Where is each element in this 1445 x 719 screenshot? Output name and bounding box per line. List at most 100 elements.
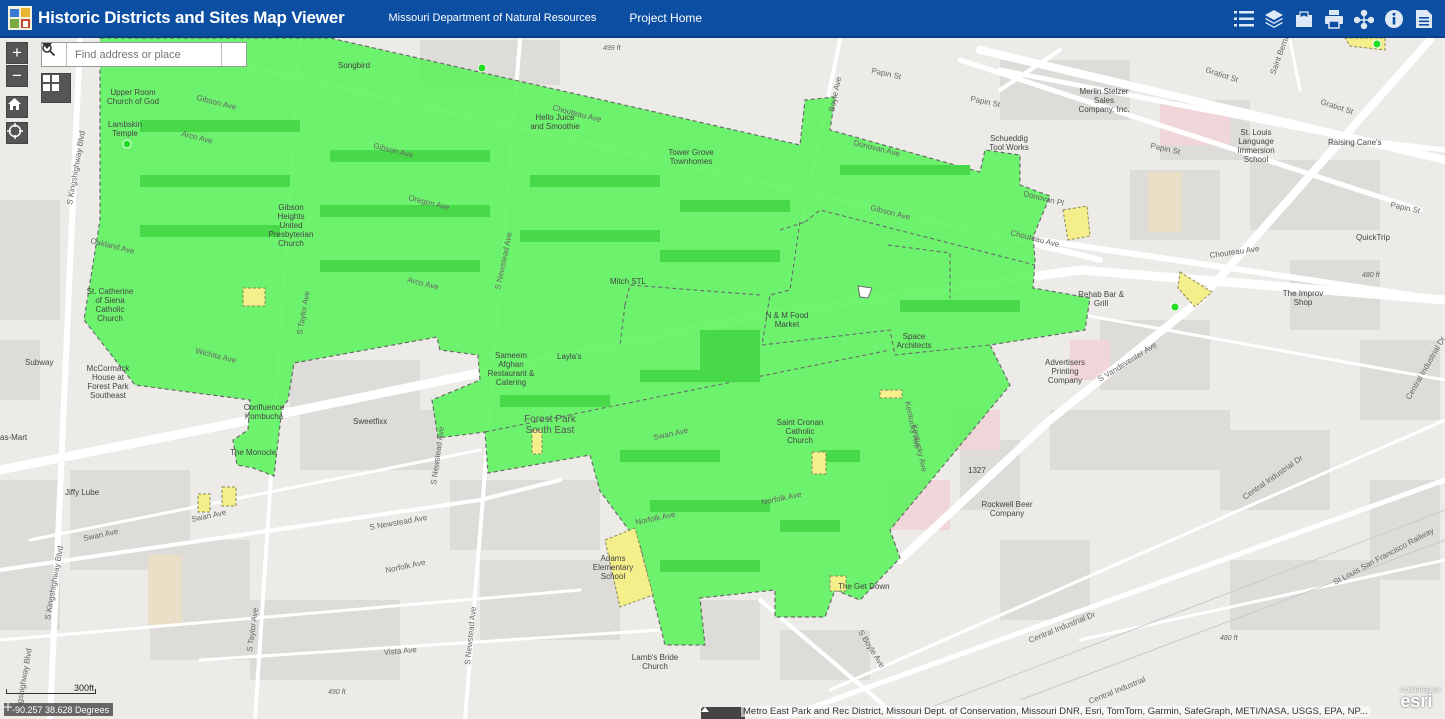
poi-label: Lambskin — [108, 120, 142, 129]
poi-label: Saint Cronan — [777, 418, 824, 427]
search-button[interactable] — [42, 43, 246, 66]
basemap-gallery-button[interactable] — [41, 73, 71, 103]
poi-label: Catholic — [786, 427, 815, 436]
neighborhood-label: South East — [526, 425, 575, 436]
poi-label: Sales — [1094, 96, 1114, 105]
poi-label: House at — [92, 373, 125, 382]
poi-label: Confluence — [244, 403, 285, 412]
app-title: Historic Districts and Sites Map Viewer — [38, 8, 345, 27]
poi-label: Kombucha — [245, 412, 284, 421]
map-view[interactable]: Papin St Papin St Papin St Gratiot St Gr… — [0, 38, 1445, 719]
poi-label: Heights — [277, 212, 304, 221]
poi-label: Townhomes — [670, 157, 713, 166]
poi-label: Mitch STL — [610, 277, 647, 286]
poi-label: Company, Inc. — [1079, 105, 1130, 114]
poi-label: Church — [642, 662, 668, 671]
layers-icon[interactable] — [1259, 4, 1289, 34]
share-icon[interactable] — [1349, 4, 1379, 34]
poi-label: Market — [775, 320, 800, 329]
poi-label: Church — [278, 239, 304, 248]
poi-label: Immersion — [1237, 146, 1274, 155]
coordinate-readout[interactable]: -90.257 38.628 Degrees — [4, 703, 114, 716]
app-logo-icon — [8, 6, 32, 30]
poi-label: Gibson — [278, 203, 303, 212]
basemap-canvas: Papin St Papin St Papin St Gratiot St Gr… — [0, 38, 1445, 719]
poi-label: Elementary — [593, 563, 633, 572]
poi-label: N & M Food — [766, 311, 809, 320]
poi-label: Temple — [112, 129, 138, 138]
poi-label: Forest Park — [87, 382, 129, 391]
poi-label: Raising Cane's — [1328, 138, 1382, 147]
poi-label: Printing — [1051, 367, 1078, 376]
print-icon[interactable] — [1319, 4, 1349, 34]
poi-label: as-Mart — [0, 433, 28, 442]
esri-logo: POWERED BY esri — [1400, 688, 1441, 712]
poi-label: Church of God — [107, 97, 159, 106]
poi-label: Upper Room — [110, 88, 156, 97]
poi-label: Lamb's Bride — [632, 653, 679, 662]
poi-label: Language — [1238, 137, 1274, 146]
list-icon[interactable] — [1229, 4, 1259, 34]
home-button[interactable] — [6, 96, 28, 118]
esri-brand: esri — [1400, 691, 1433, 711]
poi-label: 1327 — [968, 466, 986, 475]
link-mo-dnr[interactable]: Missouri Department of Natural Resources — [389, 12, 597, 24]
poi-label: Company — [1048, 376, 1082, 385]
poi-label: The Get Down — [838, 582, 890, 591]
poi-label: Rockwell Beer — [981, 500, 1032, 509]
poi-label: Shop — [1294, 298, 1313, 307]
poi-label: Grill — [1094, 299, 1108, 308]
poi-label: Adams — [601, 554, 626, 563]
legend-icon[interactable] — [1289, 4, 1319, 34]
poi-label: of Siena — [95, 296, 125, 305]
poi-label: School — [601, 572, 626, 581]
poi-label: School — [1244, 155, 1269, 164]
poi-label: Layla's — [557, 352, 582, 361]
neighborhood-label: Forest Park — [524, 414, 577, 425]
zoom-in-button[interactable]: + — [6, 42, 28, 64]
poi-label: The Monocle — [230, 448, 277, 457]
poi-label: Tower Grove — [668, 148, 714, 157]
map-attribution[interactable]: Metro East Park and Rec District, Missou… — [741, 706, 1370, 717]
search-input[interactable] — [67, 43, 221, 66]
poi-label: Songbird — [338, 61, 370, 70]
poi-label: Merlin Stelzer — [1080, 87, 1129, 96]
poi-label: Catholic — [96, 305, 125, 314]
poi-label: Church — [97, 314, 123, 323]
poi-label: Afghan — [498, 360, 523, 369]
link-project-home[interactable]: Project Home — [629, 11, 702, 25]
poi-label: Architects — [896, 341, 931, 350]
header-toolbar — [1229, 0, 1439, 38]
poi-label: Jiffy Lube — [65, 488, 100, 497]
poi-label: Schueddig — [990, 134, 1028, 143]
poi-label: Advertisers — [1045, 358, 1085, 367]
elevation-label: 499 ft — [603, 45, 622, 52]
poi-label: St. Catherine — [87, 287, 134, 296]
info-icon[interactable] — [1379, 4, 1409, 34]
zoom-out-button[interactable]: − — [6, 65, 28, 87]
document-icon[interactable] — [1409, 4, 1439, 34]
poi-label: United — [279, 221, 302, 230]
poi-label: Church — [787, 436, 813, 445]
coordinate-text: -90.257 38.628 Degrees — [12, 704, 110, 715]
poi-label: St. Louis — [1240, 128, 1271, 137]
poi-label: Catering — [496, 378, 526, 387]
elevation-label: 480 ft — [1362, 272, 1381, 279]
poi-label: QuickTrip — [1356, 233, 1390, 242]
locate-button[interactable] — [6, 122, 28, 144]
poi-label: Tool Works — [989, 143, 1028, 152]
poi-label: Southeast — [90, 391, 127, 400]
poi-label: Rehab Bar & — [1078, 290, 1124, 299]
poi-label: Space — [903, 332, 926, 341]
poi-label: Company — [990, 509, 1024, 518]
attribution-toggle-button[interactable] — [701, 707, 745, 719]
poi-label: The Improv — [1283, 289, 1323, 298]
elevation-label: 480 ft — [1220, 635, 1239, 642]
poi-label: Restaurant & — [488, 369, 535, 378]
poi-label: Presbyterian — [269, 230, 314, 239]
poi-label: Subway — [25, 358, 53, 367]
elevation-label: 490 ft — [328, 689, 347, 696]
poi-label: Sweetfixx — [353, 417, 387, 426]
poi-label: McCormack — [87, 364, 131, 373]
app-header: Historic Districts and Sites Map Viewer … — [0, 0, 1445, 38]
